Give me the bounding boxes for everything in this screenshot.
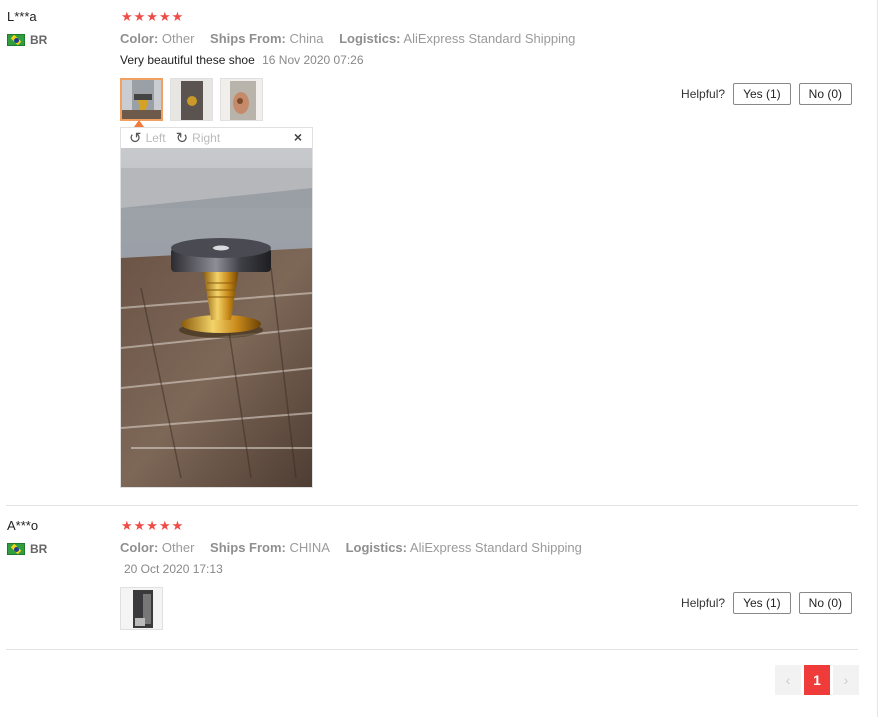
pagination-next-button[interactable]: › (833, 665, 859, 695)
logistics-label: Logistics: (345, 540, 407, 555)
helpful-label: Helpful? (681, 87, 726, 101)
review-divider (6, 649, 858, 650)
review-date: 16 Nov 2020 07:26 (262, 53, 364, 67)
review-text: Very beautiful these shoe (120, 53, 255, 67)
pagination-page-1[interactable]: 1 (804, 665, 830, 695)
close-viewer-button[interactable]: × (294, 129, 302, 145)
review-photo-thumbnails (120, 587, 170, 632)
helpful-no-button[interactable]: No (0) (798, 592, 852, 614)
rotate-right-button[interactable]: Right (192, 131, 220, 145)
rotate-right-icon[interactable]: ↻ (176, 129, 189, 147)
logistics-label: Logistics: (339, 31, 401, 46)
review-photo-thumbnails (120, 78, 280, 123)
helpful-no-button[interactable]: No (0) (798, 83, 852, 105)
color-value: Other (161, 31, 195, 46)
reviewer-country: BR (7, 542, 47, 556)
review-divider (6, 505, 858, 506)
helpful-votes: Helpful? Yes (1) No (0) (681, 83, 852, 105)
star-rating: ★★★★★ (121, 9, 185, 24)
helpful-label: Helpful? (681, 596, 726, 610)
ships-from-label: Ships From: (210, 540, 286, 555)
review-content: 20 Oct 2020 17:13 (120, 562, 223, 576)
brazil-flag-icon (7, 543, 25, 555)
country-code: BR (30, 33, 48, 47)
review-photo-thumbnail[interactable] (120, 78, 163, 121)
ships-from-label: Ships From: (210, 31, 286, 46)
pagination-prev-button[interactable]: ‹ (775, 665, 801, 695)
photo-viewer: ↺ Left ↻ Right × (120, 127, 313, 488)
logistics-value: AliExpress Standard Shipping (409, 540, 582, 555)
review-content: Very beautiful these shoe 16 Nov 2020 07… (120, 53, 364, 67)
reviewer-name: A***o (7, 518, 39, 533)
active-thumbnail-indicator (134, 120, 144, 127)
review-sku-info: Color: Other Ships From: CHINA Logistics… (120, 540, 582, 555)
review-photo-thumbnail[interactable] (170, 78, 213, 121)
reviewer-name: L***a (7, 9, 37, 24)
ships-from-value: China (289, 31, 324, 46)
review-sku-info: Color: Other Ships From: China Logistics… (120, 31, 575, 46)
color-value: Other (161, 540, 195, 555)
logistics-value: AliExpress Standard Shipping (403, 31, 576, 46)
color-label: Color: (120, 540, 159, 555)
rotate-left-button[interactable]: Left (146, 131, 166, 145)
color-label: Color: (120, 31, 159, 46)
review-photo-thumbnail[interactable] (220, 78, 263, 121)
photo-viewer-toolbar: ↺ Left ↻ Right × (121, 128, 312, 148)
review-photo-thumbnail[interactable] (120, 587, 163, 630)
review-photo-large (121, 148, 312, 487)
reviewer-country: BR (7, 33, 47, 47)
pagination: ‹ 1 › (775, 665, 859, 695)
helpful-yes-button[interactable]: Yes (1) (733, 592, 791, 614)
helpful-yes-button[interactable]: Yes (1) (733, 83, 791, 105)
helpful-votes: Helpful? Yes (1) No (0) (681, 592, 852, 614)
reviews-panel: L***a BR ★★★★★ Color: Other Ships From: … (0, 0, 878, 717)
brazil-flag-icon (7, 34, 25, 46)
review-date: 20 Oct 2020 17:13 (124, 562, 223, 576)
ships-from-value: CHINA (289, 540, 330, 555)
star-rating: ★★★★★ (121, 518, 185, 533)
country-code: BR (30, 542, 48, 556)
rotate-left-icon[interactable]: ↺ (129, 129, 142, 147)
